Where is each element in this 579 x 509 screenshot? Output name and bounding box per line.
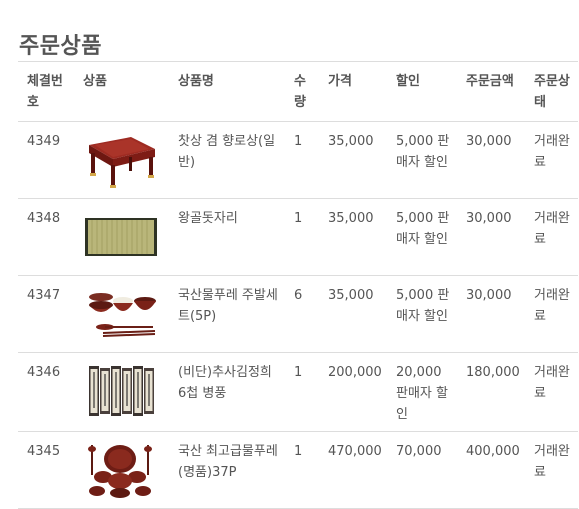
- lacquer-bowl-set-image[interactable]: [83, 285, 159, 343]
- product-name-cell[interactable]: (비단)추사김정희 6첩 병풍: [169, 352, 285, 432]
- table-row: 4346 (비단)추사김정희 6첩 병풍 1 200,000 20,000 판매…: [18, 352, 578, 432]
- table-row: 4347 국산물푸레 주발세트(5P) 6 35,000 5,000 판매자 할…: [18, 275, 578, 353]
- price-cell: 200,000: [319, 352, 387, 432]
- quantity-cell: 1: [285, 352, 319, 432]
- product-image-cell[interactable]: [74, 121, 169, 199]
- discount-cell: 5,000 판매자 할인: [387, 198, 457, 276]
- discount-cell: 70,000: [387, 431, 457, 509]
- quantity-cell: 6: [285, 275, 319, 353]
- discount-cell: 5,000 판매자 할인: [387, 121, 457, 199]
- table-header-row: 체결번호 상품 상품명 수량 가격 할인 주문금액 주문상태: [18, 61, 578, 122]
- quantity-cell: 1: [285, 431, 319, 509]
- price-cell: 470,000: [319, 431, 387, 509]
- status-cell: 거래완료: [525, 121, 578, 199]
- product-name-cell[interactable]: 왕골돗자리: [169, 198, 285, 276]
- product-name-cell[interactable]: 국산 최고급물푸레(명품)37P: [169, 431, 285, 509]
- status-cell: 거래완료: [525, 352, 578, 432]
- quantity-cell: 1: [285, 121, 319, 199]
- status-cell: 거래완료: [525, 431, 578, 509]
- woven-straw-mat-image[interactable]: [83, 208, 159, 266]
- header-product: 상품: [74, 61, 169, 122]
- order-no-cell: 4349: [18, 121, 74, 199]
- table-row: 4348 왕골돗자리 1 35,000 5,000 판매자 할인 30,000 …: [18, 198, 578, 276]
- product-image-cell[interactable]: [74, 431, 169, 509]
- order-no-cell: 4347: [18, 275, 74, 353]
- red-lacquer-tea-table-image[interactable]: [83, 131, 159, 189]
- order-amount-cell: 30,000: [457, 275, 525, 353]
- discount-cell: 5,000 판매자 할인: [387, 275, 457, 353]
- table-row: 4345 국산 최고급물푸레(명품)37P 1 470,000 70,000 4…: [18, 431, 578, 509]
- product-name-cell[interactable]: 찻상 겸 향로상(일반): [169, 121, 285, 199]
- status-cell: 거래완료: [525, 198, 578, 276]
- order-no-cell: 4346: [18, 352, 74, 432]
- order-items-table: 체결번호 상품 상품명 수량 가격 할인 주문금액 주문상태 4349 찻상 겸…: [18, 61, 578, 509]
- status-cell: 거래완료: [525, 275, 578, 353]
- header-discount: 할인: [387, 61, 457, 122]
- quantity-cell: 1: [285, 198, 319, 276]
- product-image-cell[interactable]: [74, 352, 169, 432]
- order-amount-cell: 400,000: [457, 431, 525, 509]
- order-amount-cell: 30,000: [457, 121, 525, 199]
- order-amount-cell: 30,000: [457, 198, 525, 276]
- folding-screen-image[interactable]: [83, 362, 159, 420]
- price-cell: 35,000: [319, 121, 387, 199]
- product-image-cell[interactable]: [74, 275, 169, 353]
- product-name-cell[interactable]: 국산물푸레 주발세트(5P): [169, 275, 285, 353]
- ritual-vessel-set-image[interactable]: [83, 441, 159, 499]
- header-order-amount: 주문금액: [457, 61, 525, 122]
- order-no-cell: 4348: [18, 198, 74, 276]
- header-quantity: 수량: [285, 61, 319, 122]
- price-cell: 35,000: [319, 275, 387, 353]
- table-row: 4349 찻상 겸 향로상(일반) 1 35,000 5,000 판매자 할인 …: [18, 121, 578, 199]
- discount-cell: 20,000 판매자 할인: [387, 352, 457, 432]
- order-no-cell: 4345: [18, 431, 74, 509]
- product-image-cell[interactable]: [74, 198, 169, 276]
- header-product-name: 상품명: [169, 61, 285, 122]
- header-price: 가격: [319, 61, 387, 122]
- header-status: 주문상태: [525, 61, 578, 122]
- header-order-no: 체결번호: [18, 61, 74, 122]
- price-cell: 35,000: [319, 198, 387, 276]
- section-title: 주문상품: [19, 34, 102, 59]
- order-amount-cell: 180,000: [457, 352, 525, 432]
